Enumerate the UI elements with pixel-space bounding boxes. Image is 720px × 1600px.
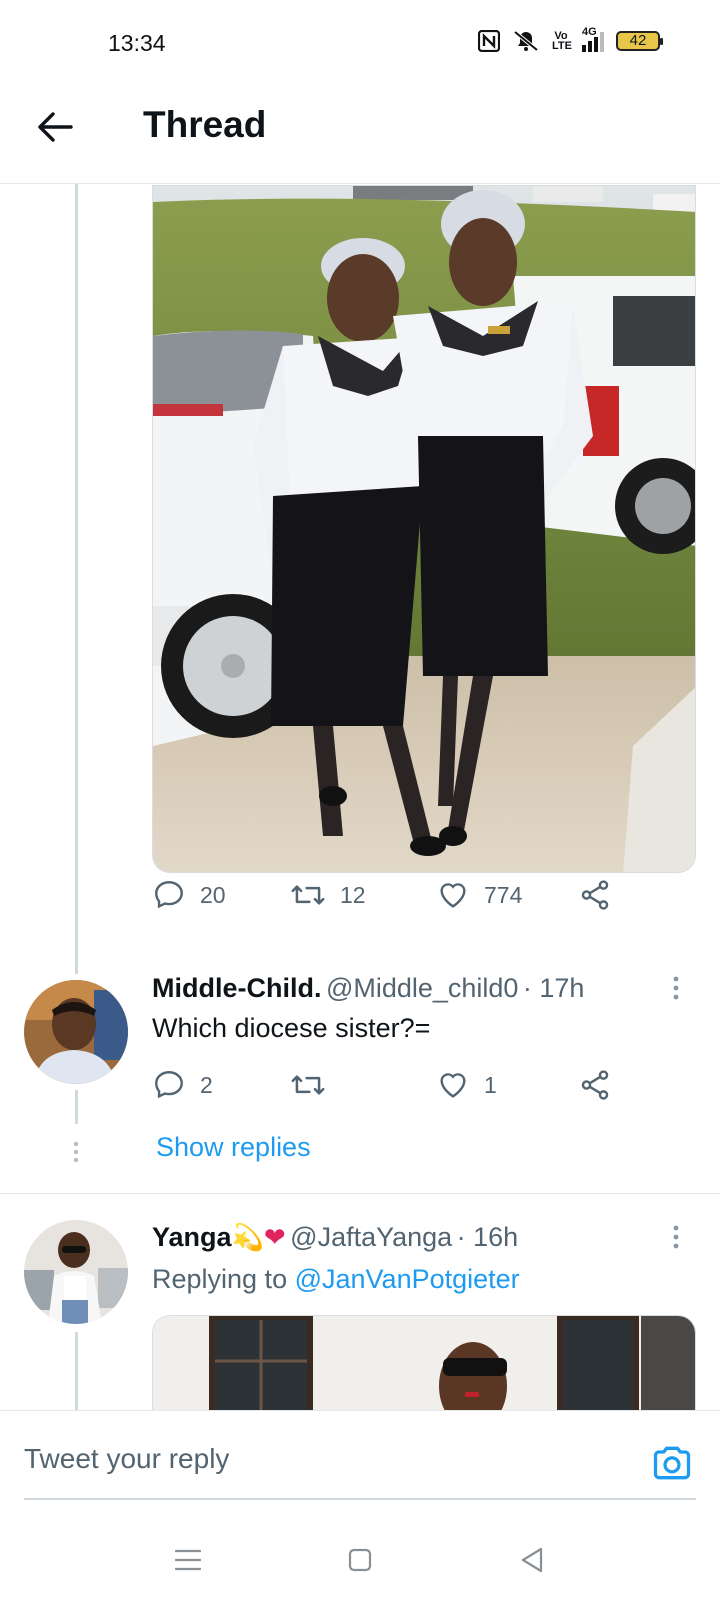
- tweet-time: · 16h: [456, 1222, 519, 1252]
- more-options-button[interactable]: [672, 975, 680, 1006]
- share-icon: [581, 1070, 609, 1100]
- like-action[interactable]: 774: [436, 878, 522, 912]
- avatar[interactable]: [24, 1220, 128, 1324]
- name-emoji: 💫❤: [231, 1222, 286, 1252]
- back-button[interactable]: [30, 102, 80, 152]
- reply-underline: [24, 1498, 696, 1500]
- reply-header: Middle-Child. @Middle_child0 · 17h: [152, 973, 584, 1004]
- show-replies-link[interactable]: Show replies: [156, 1132, 311, 1163]
- nfc-icon: [478, 30, 500, 52]
- vertical-dots-icon: [73, 1141, 79, 1163]
- nav-menu-button[interactable]: [166, 1538, 210, 1582]
- share-action[interactable]: [578, 878, 612, 912]
- replying-to: Replying to @JanVanPotgieter: [152, 1264, 520, 1295]
- comment-icon: [155, 881, 183, 909]
- triangle-back-icon: [521, 1547, 543, 1573]
- reply-count: 20: [200, 881, 226, 908]
- user-name[interactable]: Yanga: [152, 1222, 232, 1252]
- replying-to-label: Replying to: [152, 1264, 288, 1294]
- arrow-left-icon: [38, 112, 73, 142]
- network-type: 4G: [582, 26, 597, 38]
- battery-level: 42: [629, 32, 647, 49]
- retweet-count: 12: [340, 881, 366, 908]
- like-action[interactable]: 1: [436, 1068, 497, 1102]
- tweet-photo[interactable]: [152, 185, 696, 873]
- nav-home-button[interactable]: [338, 1538, 382, 1582]
- page-title: Thread: [143, 104, 267, 145]
- retweet-action[interactable]: [290, 1068, 340, 1102]
- reply-action[interactable]: 20: [152, 878, 226, 912]
- thread-more-dots[interactable]: [72, 1140, 80, 1164]
- like-count: 1: [484, 1071, 497, 1098]
- signal-icon: 4G: [582, 26, 604, 52]
- menu-icon: [175, 1549, 201, 1571]
- tweet-time: · 17h: [522, 973, 585, 1003]
- camera-button[interactable]: [650, 1441, 694, 1485]
- volte-icon: Vo LTE: [552, 30, 572, 52]
- reply-thread-line: [75, 1332, 78, 1410]
- nav-back-button[interactable]: [510, 1538, 554, 1582]
- reply-input[interactable]: [24, 1443, 584, 1475]
- user-handle[interactable]: @Middle_child0: [326, 973, 519, 1003]
- reply-thread-line: [75, 1090, 78, 1124]
- share-action[interactable]: [578, 1068, 612, 1102]
- reply-action[interactable]: 2: [152, 1068, 213, 1102]
- user-handle[interactable]: @JaftaYanga: [290, 1222, 452, 1252]
- header-divider: [0, 183, 720, 184]
- retweet-icon: [291, 1075, 325, 1095]
- comment-icon: [155, 1071, 183, 1099]
- retweet-icon: [291, 885, 325, 905]
- replying-to-handle[interactable]: @JanVanPotgieter: [295, 1264, 520, 1294]
- more-vertical-icon: [673, 1225, 679, 1249]
- reply-header: Yanga💫❤ @JaftaYanga · 16h: [152, 1222, 518, 1253]
- status-time: 13:34: [108, 30, 166, 56]
- more-options-button[interactable]: [672, 1224, 680, 1255]
- tweet-photo[interactable]: [152, 1315, 696, 1410]
- like-count: 774: [484, 881, 523, 908]
- share-icon: [581, 880, 609, 910]
- mute-icon: [513, 30, 539, 52]
- section-divider: [0, 1193, 720, 1194]
- heart-icon: [440, 883, 466, 908]
- camera-icon: [653, 1446, 691, 1480]
- thread-line: [75, 184, 78, 974]
- status-icons: Vo LTE 4G 42: [478, 26, 663, 52]
- retweet-action[interactable]: 12: [290, 878, 366, 912]
- more-vertical-icon: [673, 976, 679, 1000]
- square-icon: [348, 1548, 372, 1572]
- avatar[interactable]: [24, 980, 128, 1084]
- reply-count: 2: [200, 1071, 213, 1098]
- battery-icon: 42: [616, 31, 663, 51]
- heart-icon: [440, 1073, 466, 1098]
- tweet-text: Which diocese sister?=: [152, 1013, 431, 1043]
- user-name[interactable]: Middle-Child.: [152, 973, 321, 1003]
